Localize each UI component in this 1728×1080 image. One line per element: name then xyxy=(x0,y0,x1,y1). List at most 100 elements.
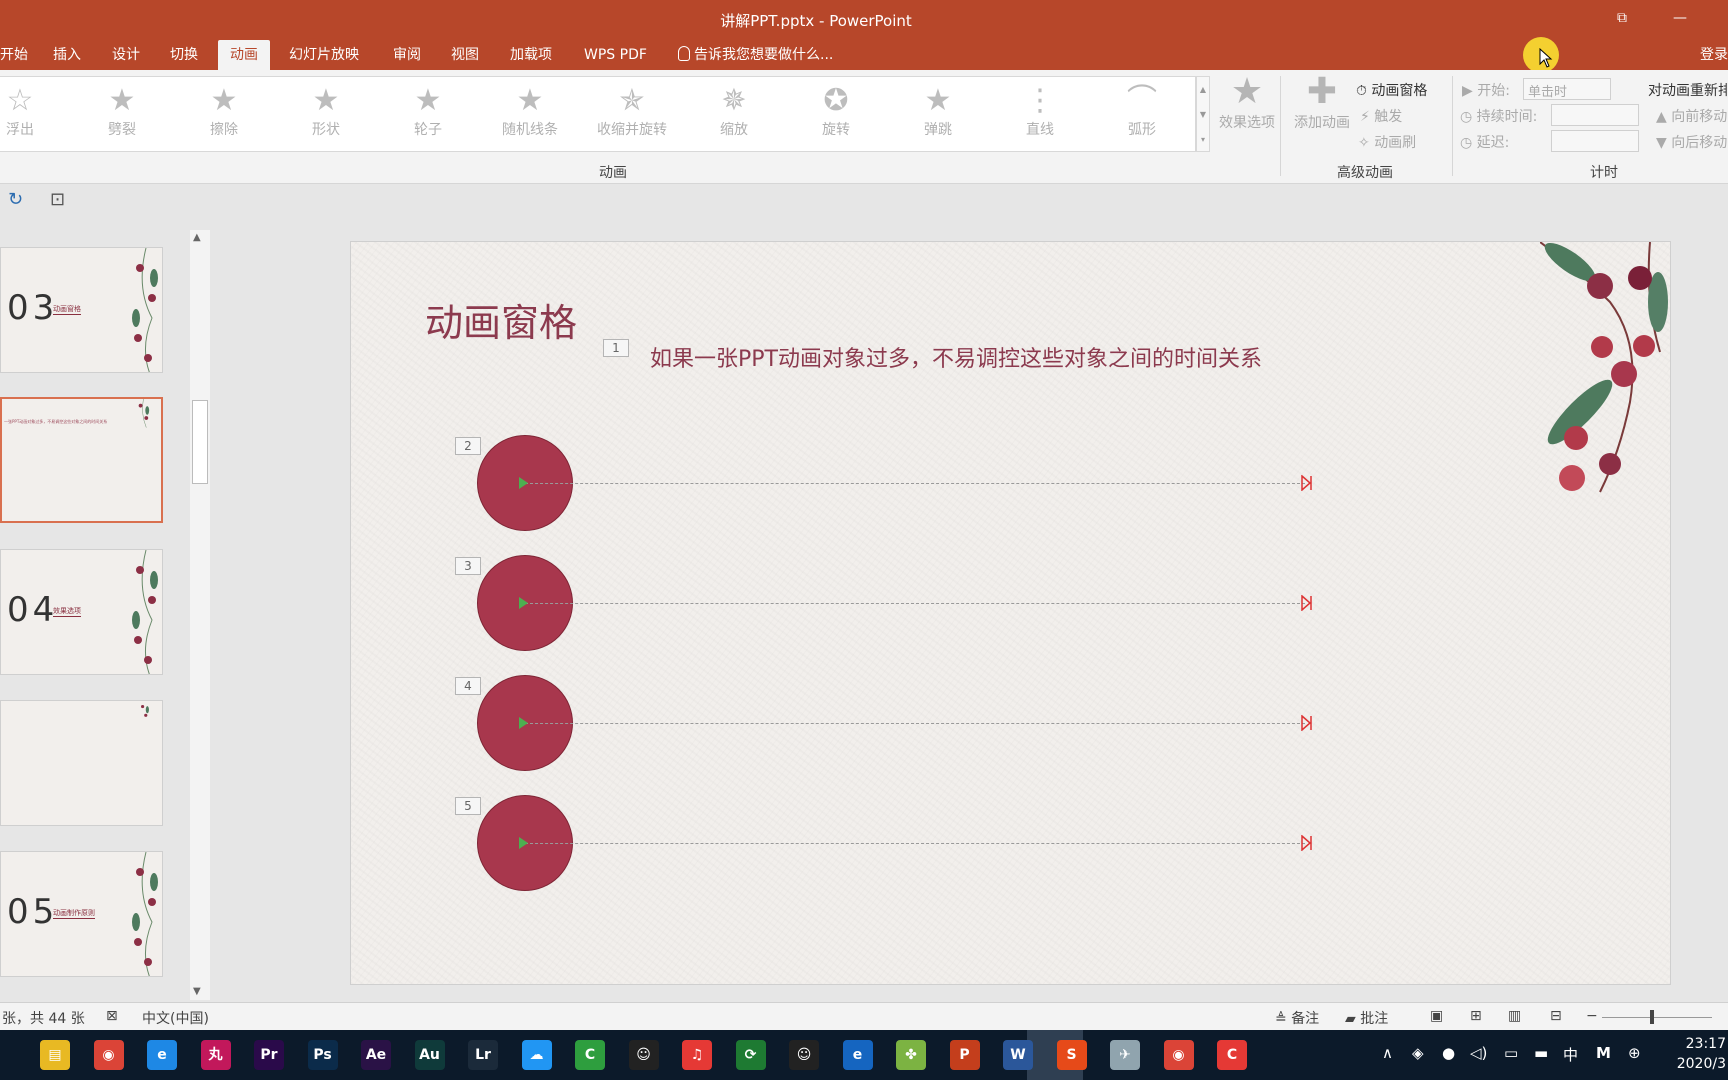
anim-zoom[interactable]: ✵ 缩放 xyxy=(689,83,779,139)
slide-thumbnail[interactable]: 03 动画窗格 xyxy=(0,247,163,373)
file-explorer-icon[interactable]: ▤ xyxy=(40,1040,70,1070)
anim-swivel[interactable]: ✪ 旋转 xyxy=(791,83,881,139)
tab-wps-pdf[interactable]: WPS PDF xyxy=(584,40,647,70)
trigger-button[interactable]: ⚡ 触发 xyxy=(1360,106,1402,126)
reading-view-icon[interactable]: ▥ xyxy=(1508,1008,1521,1024)
duration-input[interactable] xyxy=(1551,104,1639,126)
volume-icon[interactable]: ◁) xyxy=(1470,1044,1487,1062)
slide-sorter-icon[interactable]: ⊞ xyxy=(1470,1008,1482,1024)
login-link[interactable]: 登录 xyxy=(1700,40,1728,70)
tab-insert[interactable]: 插入 xyxy=(53,40,81,70)
baidu-netdisk-icon[interactable]: ☁ xyxy=(521,1040,552,1070)
anim-bounce[interactable]: ★ 弹跳 xyxy=(893,83,983,139)
tab-animations[interactable]: 动画 xyxy=(218,40,270,70)
normal-view-icon[interactable]: ▣ xyxy=(1430,1008,1443,1024)
notification-icon[interactable]: ⊕ xyxy=(1628,1044,1641,1062)
motion-path-line[interactable] xyxy=(525,603,1305,604)
tell-me-box[interactable]: 告诉我您想要做什么... xyxy=(678,40,833,70)
gallery-up-icon[interactable]: ▲ xyxy=(1197,77,1209,102)
slide-subtitle[interactable]: 如果一张PPT动画对象过多，不易调控这些对象之间的时间关系 xyxy=(650,341,1262,373)
restore-ribbon-icon[interactable]: ⧉ xyxy=(1607,6,1637,30)
tray-chevron-icon[interactable]: ∧ xyxy=(1382,1044,1393,1062)
wechat-mini-icon[interactable]: ⟳ xyxy=(735,1040,766,1070)
camtasia-icon[interactable]: C xyxy=(575,1040,605,1070)
gallery-down-icon[interactable]: ▼ xyxy=(1197,102,1209,127)
audition-icon[interactable]: Au xyxy=(414,1040,445,1070)
clover-icon[interactable]: ✤ xyxy=(896,1040,926,1070)
system-clock[interactable]: 23:17 2020/3 xyxy=(1677,1034,1726,1074)
scroll-thumb[interactable] xyxy=(192,400,208,484)
slide-thumbnail[interactable] xyxy=(0,700,163,826)
chrome2-icon[interactable]: ◉ xyxy=(1163,1040,1194,1070)
after-effects-icon[interactable]: Ae xyxy=(361,1040,391,1070)
powerpoint-icon[interactable]: P xyxy=(949,1040,980,1070)
slide-thumbnail-selected[interactable]: 一张PPT动画对象过多，不易调控这些对象之间的时间关系 xyxy=(0,397,163,523)
sogou-icon[interactable]: S xyxy=(1056,1040,1087,1070)
zoom-slider-thumb[interactable] xyxy=(1650,1010,1654,1024)
motion-path-line[interactable] xyxy=(525,843,1305,844)
shield-icon[interactable]: ◈ xyxy=(1412,1044,1424,1062)
effect-options-button[interactable]: ★ 效果选项 xyxy=(1214,72,1280,132)
kite-icon[interactable]: ✈ xyxy=(1110,1040,1140,1070)
scroll-down-icon[interactable]: ▼ xyxy=(193,986,201,997)
language-indicator[interactable]: 中文(中国) xyxy=(142,1008,209,1028)
tab-view[interactable]: 视图 xyxy=(451,40,479,70)
animation-painter-button[interactable]: ✧ 动画刷 xyxy=(1358,132,1416,152)
spellcheck-icon[interactable]: ⊠ xyxy=(106,1008,118,1024)
tab-transitions[interactable]: 切换 xyxy=(170,40,198,70)
animation-tag[interactable]: 2 xyxy=(455,437,481,455)
animation-pane-button[interactable]: ⏱ 动画窗格 xyxy=(1356,80,1427,100)
zoom-slider[interactable] xyxy=(1602,1017,1712,1018)
anim-arcs[interactable]: ⌒ 弧形 xyxy=(1097,83,1187,139)
tab-home[interactable]: 开始 xyxy=(0,40,28,70)
motion-path-line[interactable] xyxy=(525,723,1305,724)
notes-button[interactable]: ≜ 备注 xyxy=(1275,1008,1319,1028)
tab-review[interactable]: 审阅 xyxy=(393,40,421,70)
lightroom-icon[interactable]: Lr xyxy=(468,1040,498,1070)
animation-tag[interactable]: 4 xyxy=(455,677,481,695)
word-icon[interactable]: W xyxy=(1003,1040,1033,1070)
chrome-icon[interactable]: ◉ xyxy=(93,1040,124,1070)
animation-tag[interactable]: 3 xyxy=(455,557,481,575)
network-icon[interactable]: ▭ xyxy=(1504,1044,1518,1062)
tab-addins[interactable]: 加载项 xyxy=(510,40,552,70)
snagit-icon[interactable]: C xyxy=(1217,1040,1247,1070)
gallery-more-icon[interactable]: ▾ xyxy=(1197,127,1209,152)
qq-tray-icon[interactable]: ● xyxy=(1442,1044,1455,1062)
anim-wheel[interactable]: ★ 轮子 xyxy=(383,83,473,139)
animation-tag[interactable]: 1 xyxy=(603,339,629,357)
anim-random-bars[interactable]: ★ 随机线条 xyxy=(485,83,575,139)
move-earlier-button[interactable]: ▲ 向前移动 xyxy=(1656,106,1727,126)
move-later-button[interactable]: ▼ 向后移动 xyxy=(1656,132,1727,152)
edge-icon[interactable]: e xyxy=(842,1040,873,1070)
slide-thumbnail[interactable]: 04 效果选项 xyxy=(0,549,163,675)
anim-shape[interactable]: ★ 形状 xyxy=(281,83,371,139)
anim-shrink-turn[interactable]: ✯ 收缩并旋转 xyxy=(587,83,677,139)
zoom-out-icon[interactable]: − xyxy=(1586,1008,1598,1024)
premiere-icon[interactable]: Pr xyxy=(254,1040,284,1070)
anim-float-out[interactable]: ☆ 浮出 xyxy=(0,83,65,139)
delay-input[interactable] xyxy=(1551,130,1639,152)
redo-icon[interactable]: ↻ xyxy=(8,189,23,210)
slide-thumbnail[interactable]: 05 动画制作原则 xyxy=(0,851,163,977)
app-wan-icon[interactable]: 丸 xyxy=(200,1040,231,1070)
comments-button[interactable]: ▰ 批注 xyxy=(1345,1008,1388,1028)
tab-slideshow[interactable]: 幻灯片放映 xyxy=(289,40,359,70)
anim-wipe[interactable]: ★ 擦除 xyxy=(179,83,269,139)
anim-lines[interactable]: ⋮ 直线 xyxy=(995,83,1085,139)
netease-music-icon[interactable]: ♫ xyxy=(682,1040,712,1070)
scroll-up-icon[interactable]: ▲ xyxy=(193,232,201,243)
gallery-scroll[interactable]: ▲ ▼ ▾ xyxy=(1196,76,1210,152)
ime-mode-icon[interactable]: M xyxy=(1596,1044,1611,1062)
tab-design[interactable]: 设计 xyxy=(112,40,140,70)
qq-icon[interactable]: ☺ xyxy=(628,1040,659,1070)
qq2-icon[interactable]: ☺ xyxy=(789,1040,819,1070)
minimize-button[interactable]: — xyxy=(1665,6,1695,30)
anim-split[interactable]: ★ 劈裂 xyxy=(77,83,167,139)
present-from-start-icon[interactable]: ⊡ xyxy=(50,189,65,210)
slideshow-view-icon[interactable]: ⊟ xyxy=(1550,1008,1562,1024)
slide-title[interactable]: 动画窗格 xyxy=(425,292,577,347)
photoshop-icon[interactable]: Ps xyxy=(307,1040,338,1070)
start-select[interactable]: 单击时 xyxy=(1523,78,1611,100)
thumbnail-scrollbar[interactable]: ▲ ▼ xyxy=(190,230,210,1000)
